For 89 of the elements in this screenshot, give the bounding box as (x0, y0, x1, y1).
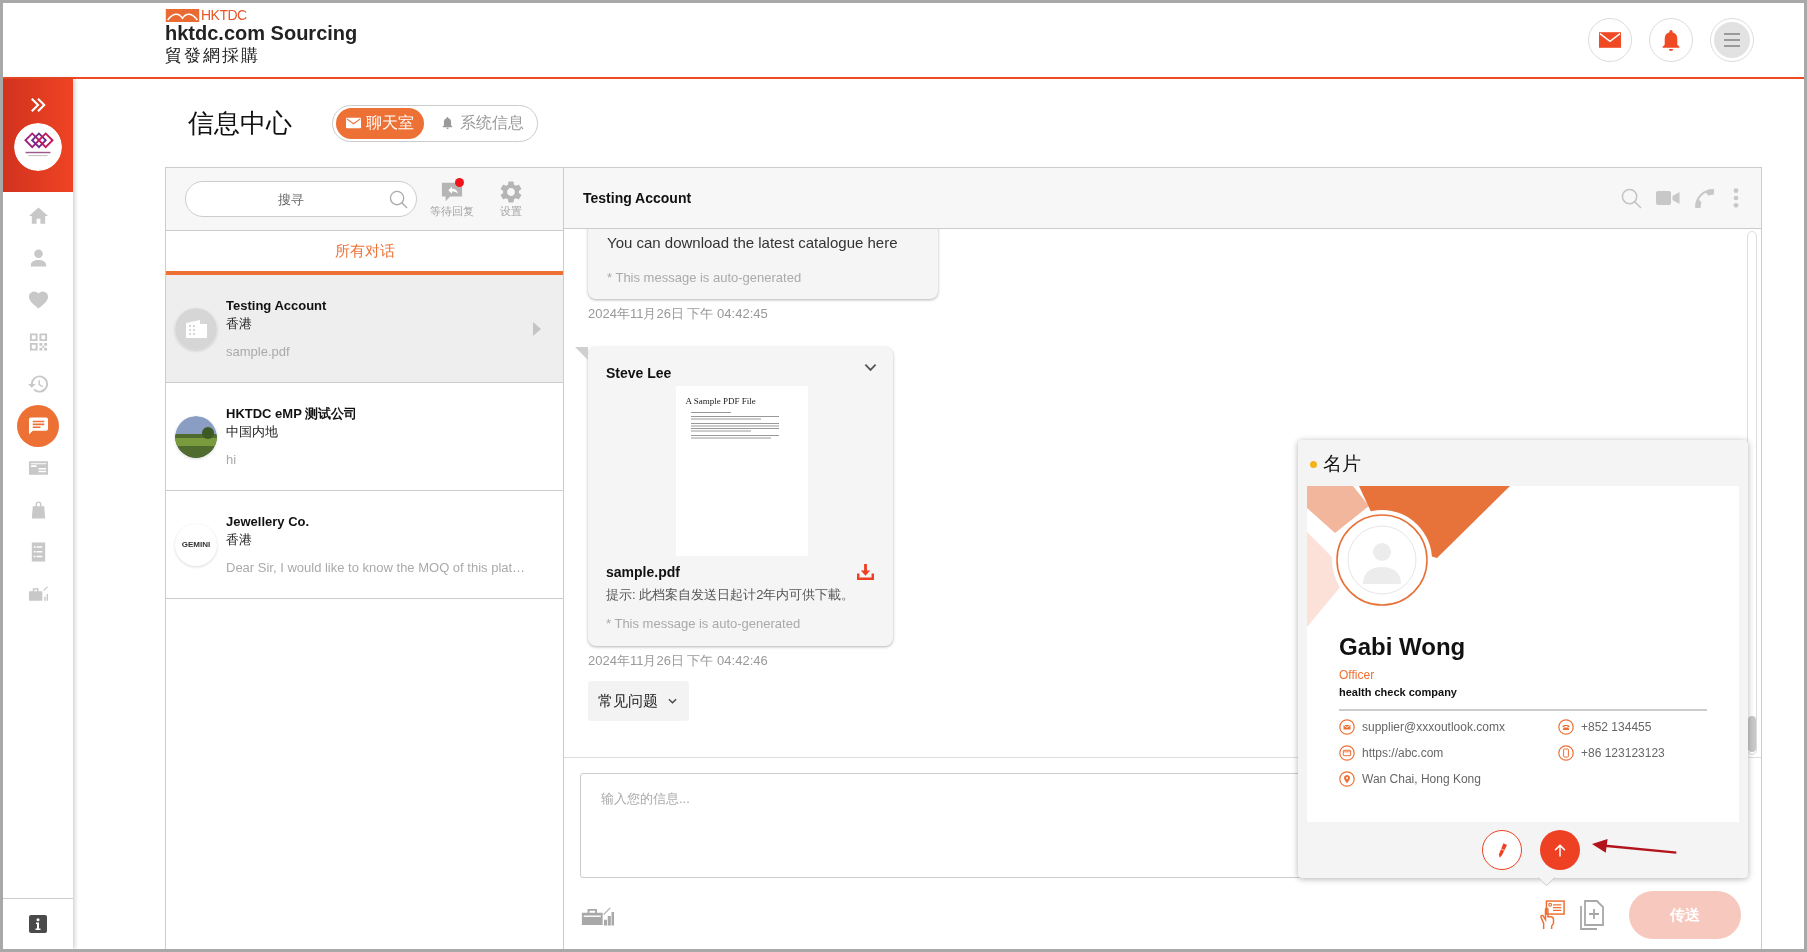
message-text: You can download the latest catalogue here (607, 234, 899, 252)
add-file-icon (1579, 899, 1605, 931)
caret-down-icon (668, 698, 677, 704)
telephone-icon (1558, 719, 1574, 735)
sender-name: Steve Lee (606, 364, 672, 382)
document-preview[interactable]: A Sample PDF File (675, 386, 808, 556)
mobile-phone-icon (1558, 745, 1574, 761)
mail-button[interactable] (1588, 18, 1632, 62)
chat-title: Testing Account (583, 190, 692, 206)
briefcase-chart-icon (27, 584, 49, 604)
download-icon[interactable] (856, 563, 875, 581)
company-name: health check company (1339, 685, 1457, 699)
video-camera-icon[interactable] (1656, 191, 1680, 205)
contact-region: 香港 (226, 314, 252, 333)
auto-generated-note: * This message is auto-generated (606, 616, 802, 632)
page-title: 信息中心 (188, 107, 292, 139)
contact-full-name: Gabi Wong (1339, 632, 1466, 662)
faq-button[interactable]: 常见问题 (588, 681, 689, 721)
site-name-chinese: 貿發網採購 (165, 45, 261, 66)
logo-text: HKTDC (201, 8, 247, 22)
message-time: 2024年11月26日 下午 04:42:45 (588, 305, 768, 323)
message-time: 2024年11月26日 下午 04:42:46 (588, 652, 768, 670)
contact-detail: supplier@xxxoutlook.comx (1362, 720, 1505, 734)
menu-button[interactable] (1710, 18, 1754, 62)
scrollbar-thumb[interactable] (1748, 716, 1756, 752)
contact-detail: https://abc.com (1362, 746, 1444, 760)
contact-name: Testing Account (226, 296, 327, 315)
home-icon (27, 206, 49, 226)
chat-icon (27, 416, 49, 436)
contact-detail: Wan Chai, Hong Kong (1362, 772, 1481, 786)
envelope-icon (1599, 32, 1621, 48)
notifications-button[interactable] (1649, 18, 1693, 62)
contact-name: HKTDC eMP 测试公司 (226, 404, 358, 423)
browser-window-icon (1339, 745, 1355, 761)
caret-right-icon (533, 321, 541, 336)
company-logo-icon[interactable] (14, 123, 62, 171)
nav-button[interactable] (17, 405, 59, 447)
chevron-down-icon[interactable] (864, 363, 877, 372)
last-message: hi (226, 450, 237, 469)
bullet-dot-icon (1310, 460, 1317, 468)
history-icon (27, 374, 49, 394)
id-card-icon (27, 458, 49, 478)
search-field[interactable]: 搜寻 (185, 181, 417, 217)
phone-icon[interactable] (1694, 187, 1715, 209)
attach-file-button[interactable] (1579, 899, 1605, 931)
more-options-icon[interactable] (1733, 188, 1739, 208)
menu-icon (1714, 22, 1750, 58)
last-message: Dear Sir, I would like to know the MOQ of this plat… (226, 558, 526, 577)
conversation-item[interactable]: Testing Account 香港 sample.pdf (166, 275, 563, 383)
edit-button[interactable] (1482, 830, 1522, 870)
send-card-button[interactable] (1540, 830, 1580, 870)
bubble-tail-icon (575, 347, 588, 360)
contact-detail: +86 123123123 (1581, 746, 1665, 760)
contact-region: 中国内地 (226, 422, 278, 441)
file-name: sample.pdf (606, 563, 680, 581)
contact-region: 香港 (226, 530, 252, 549)
logo-mark-icon (165, 8, 200, 22)
logo-avatar: GEMINI (175, 523, 217, 566)
job-title: Officer (1339, 667, 1375, 683)
info-icon[interactable] (29, 915, 47, 933)
auto-generated-note: * This message is auto-generated (607, 270, 803, 286)
settings-button[interactable]: 设置 (498, 180, 524, 218)
card-in-hand-icon (1539, 899, 1565, 931)
building-avatar-icon (175, 307, 217, 350)
contact-name: Jewellery Co. (226, 512, 310, 531)
mode-tab[interactable]: 系统信息 (430, 107, 534, 139)
photo-placeholder (175, 415, 217, 458)
popup-title: 名片 (1323, 452, 1361, 476)
pending-replies-button[interactable]: 等待回复 (430, 180, 474, 218)
search-icon[interactable] (1621, 187, 1642, 209)
heart-icon (27, 290, 49, 310)
pencil-icon (1497, 842, 1507, 858)
business-card-button[interactable] (1539, 899, 1565, 931)
last-message: sample.pdf (226, 342, 290, 361)
qr-code-icon (27, 332, 49, 352)
download-hint: 提示: 此档案自发送日起计2年内可供下載。 (606, 586, 856, 604)
search-icon[interactable] (389, 190, 408, 209)
map-pin-icon (1339, 771, 1355, 787)
double-chevron-icon[interactable] (30, 97, 46, 113)
document-title: A Sample PDF File (685, 396, 757, 407)
reply-bubble-icon (439, 180, 465, 203)
envelope-icon (346, 117, 361, 129)
bell-icon (440, 117, 455, 129)
gear-icon (498, 180, 524, 203)
site-name: hktdc.com Sourcing (165, 22, 358, 45)
bell-icon (1660, 29, 1682, 51)
mode-tab[interactable]: 聊天室 (336, 107, 424, 139)
email-icon (1339, 719, 1355, 735)
contact-detail: +852 134455 (1581, 720, 1652, 734)
